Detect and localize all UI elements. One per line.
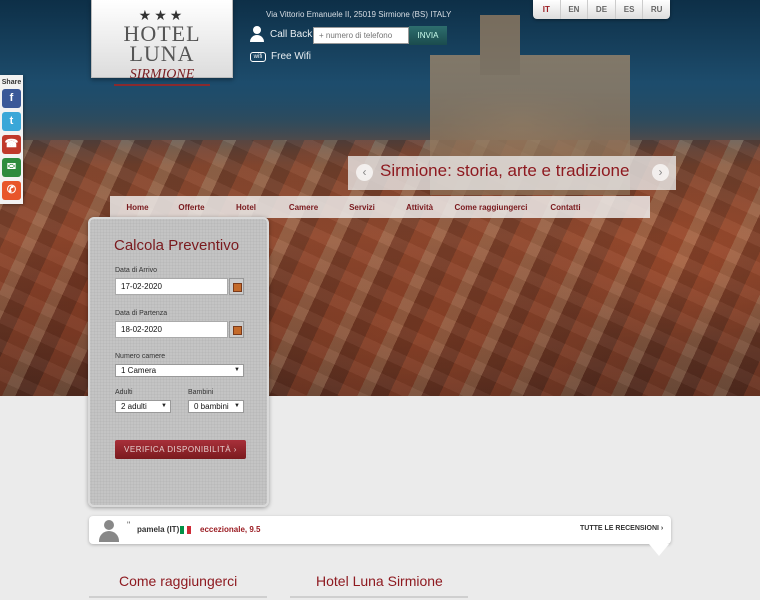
send-button[interactable]: INVIA xyxy=(409,26,447,45)
nav-offerte[interactable]: Offerte xyxy=(165,203,218,212)
phone-input[interactable] xyxy=(313,27,409,44)
hotel-address: Via Vittorio Emanuele II, 25019 Sirmione… xyxy=(266,10,452,19)
avatar-icon xyxy=(98,520,120,542)
main-nav: Home Offerte Hotel Camere Servizi Attivi… xyxy=(110,196,650,218)
lang-it[interactable]: IT xyxy=(533,0,561,19)
nav-home[interactable]: Home xyxy=(110,203,165,212)
review-score: eccezionale, 9.5 xyxy=(200,525,261,534)
facebook-icon[interactable]: f xyxy=(2,89,21,108)
logo-underline xyxy=(114,84,210,86)
callback-label: Call Back xyxy=(270,28,313,40)
divider xyxy=(89,596,267,598)
heading-come-raggiungerci: Come raggiungerci xyxy=(119,573,238,589)
italy-flag-icon xyxy=(180,526,192,534)
nav-hotel[interactable]: Hotel xyxy=(218,203,274,212)
children-label: Bambini xyxy=(188,389,214,396)
lang-en[interactable]: EN xyxy=(561,0,589,19)
tumblr-icon[interactable]: ☎ xyxy=(2,135,21,154)
quote-mark: " xyxy=(127,520,131,530)
wifi-area: wifi Free Wifi xyxy=(250,51,311,62)
logo-name: HOTEL LUNA xyxy=(123,21,201,66)
review-strip: " pamela (IT) eccezionale, 9.5 TUTTE LE … xyxy=(89,516,671,556)
share-sidebar: Share f t ☎ ✉ ✆ xyxy=(0,75,23,204)
nav-attivita[interactable]: Attività xyxy=(391,203,448,212)
all-reviews-link[interactable]: TUTTE LE RECENSIONI › xyxy=(580,525,663,532)
adults-select[interactable]: 2 adulti xyxy=(115,400,171,413)
wifi-label: Free Wifi xyxy=(271,51,311,62)
nav-servizi[interactable]: Servizi xyxy=(333,203,391,212)
logo-location: SIRMIONE xyxy=(129,67,195,82)
mail-icon[interactable]: ✉ xyxy=(2,158,21,177)
callback-area: Call Back xyxy=(250,26,312,42)
chevron-left-icon[interactable]: ‹ xyxy=(356,164,373,181)
booking-panel: Calcola Preventivo Data di Arrivo 17-02-… xyxy=(88,217,269,507)
check-availability-button[interactable]: VERIFICA DISPONIBILITÀ › xyxy=(115,440,246,459)
nav-camere[interactable]: Camere xyxy=(274,203,333,212)
heading-hotel-luna: Hotel Luna Sirmione xyxy=(316,573,443,589)
phone-icon[interactable]: ✆ xyxy=(2,181,21,200)
share-label: Share xyxy=(1,79,22,86)
hotel-logo[interactable]: ★★★ HOTEL LUNA SIRMIONE xyxy=(91,0,233,86)
adults-label: Adulti xyxy=(115,389,133,396)
user-icon xyxy=(250,26,264,42)
booking-title: Calcola Preventivo xyxy=(114,237,240,254)
rooms-label: Numero camere xyxy=(115,353,166,360)
chevron-right-icon[interactable]: › xyxy=(652,164,669,181)
departure-label: Data di Partenza xyxy=(115,310,168,317)
lang-de[interactable]: DE xyxy=(588,0,616,19)
divider xyxy=(290,596,468,598)
calendar-icon[interactable] xyxy=(229,321,244,338)
twitter-icon[interactable]: t xyxy=(2,112,21,131)
children-select[interactable]: 0 bambini xyxy=(188,400,244,413)
wifi-icon: wifi xyxy=(250,51,266,62)
nav-come-raggiungerci[interactable]: Come raggiungerci xyxy=(448,203,534,212)
reviewer-name: pamela (IT) xyxy=(137,525,180,534)
lang-es[interactable]: ES xyxy=(616,0,644,19)
departure-date-input[interactable]: 18-02-2020 xyxy=(115,321,228,338)
arrival-date-input[interactable]: 17-02-2020 xyxy=(115,278,228,295)
calendar-icon[interactable] xyxy=(229,278,244,295)
banner-title: Sirmione: storia, arte e tradizione xyxy=(380,161,630,180)
slider-banner: ‹ Sirmione: storia, arte e tradizione › xyxy=(348,156,676,190)
nav-contatti[interactable]: Contatti xyxy=(534,203,597,212)
language-selector: IT EN DE ES RU xyxy=(533,0,670,19)
lang-ru[interactable]: RU xyxy=(643,0,670,19)
rooms-select[interactable]: 1 Camera xyxy=(115,364,244,377)
arrival-label: Data di Arrivo xyxy=(115,267,158,274)
